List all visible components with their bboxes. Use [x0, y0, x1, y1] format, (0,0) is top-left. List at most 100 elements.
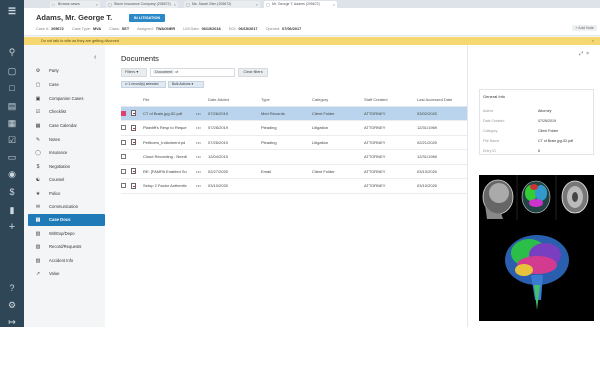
add-note-button[interactable]: + Add Note [572, 25, 597, 31]
money-icon[interactable]: $ [6, 186, 18, 198]
page-title: Documents [121, 54, 159, 63]
sidebar-item-party[interactable]: ⚙ Party [28, 65, 105, 77]
tab-george-adams[interactable]: ▢ Mr. George T. Adams (205672) × [264, 1, 337, 8]
sidebar-item-checklist[interactable]: ☑ Checklist [28, 106, 105, 118]
column-header-type[interactable]: Type [261, 94, 312, 107]
more-options-icon[interactable]: ••• [196, 169, 201, 174]
checklist-icon[interactable]: ☑ [6, 134, 18, 146]
info-value: 8 [538, 149, 540, 153]
row-checkbox[interactable] [121, 168, 126, 174]
date-added: 07/26/2019 [208, 106, 261, 121]
column-header-last-accessed[interactable]: Last Accessed Date [417, 94, 467, 107]
column-header-date-added[interactable]: Date Added [208, 94, 261, 107]
sidebar-item-value[interactable]: ↗ Value [28, 268, 105, 280]
table-row[interactable]: Plaintiff's Resp to Reque ••• 07/26/2019… [121, 120, 467, 136]
more-options-icon[interactable]: ••• [196, 154, 201, 159]
sidebar-item-companion-cases[interactable]: ▣ Companion Cases [28, 93, 105, 105]
file-name[interactable]: Plaintiff's Resp to Reque [143, 120, 196, 136]
last-accessed: 02/21/2020 [417, 135, 467, 150]
staff-created: ATTORNEY [364, 149, 417, 165]
add-icon[interactable]: + [6, 221, 18, 233]
logout-icon[interactable]: ↦ [6, 316, 18, 327]
doc-category: Litigation [312, 120, 364, 136]
briefcase-icon[interactable]: ▢ [6, 65, 18, 77]
sidebar-item-case[interactable]: ▢ Case [28, 79, 105, 91]
contacts-icon[interactable]: ◉ [6, 168, 18, 180]
browse-icon: □ [52, 2, 55, 7]
sidebar-item-accident-info[interactable]: ▧ Accident Info [28, 255, 105, 267]
doc-type [261, 178, 312, 194]
filters-button[interactable]: Filters ▾ [121, 68, 147, 77]
sidebar-item-communication[interactable]: ✉ Communication [28, 201, 105, 213]
table-row[interactable]: Setup 2 Factor Authentic ••• 03/10/2020 … [121, 178, 467, 194]
more-options-icon[interactable]: ••• [196, 125, 201, 130]
sidebar-item-police[interactable]: ★ Police [28, 188, 105, 200]
table-row[interactable]: CT of Brain.jpg-52.pdf ••• 07/26/2019 Me… [121, 106, 467, 121]
close-icon[interactable]: × [592, 37, 594, 45]
sidebar-item-record-requests[interactable]: ▧ Record/Requests [28, 241, 105, 253]
table-row[interactable]: Cloud Recording - Needl ••• 12/04/2019 A… [121, 149, 467, 165]
assigned-user: TWAGNER [155, 27, 176, 31]
document-icon[interactable]: □ [6, 82, 18, 94]
date-added: 07/26/2019 [208, 120, 261, 136]
row-checkbox[interactable] [121, 125, 126, 131]
file-name[interactable]: PetItoers_Indictment.pd [143, 135, 196, 150]
file-name[interactable]: Setup 2 Factor Authentic [143, 178, 196, 194]
row-checkbox[interactable] [121, 154, 126, 160]
case-sidebar: ‹ ⚙ Party ▢ Case ▣ Companion Cases ☑ Checkli… [24, 45, 105, 327]
sidebar-item-negotiation[interactable]: $ Negotiation [28, 161, 105, 173]
document-preview-panel: ⤢× General Info Author Attorney Date Crea… [467, 45, 600, 327]
file-name[interactable]: Cloud Recording - Needl [143, 149, 196, 165]
sidebar-item-label: Insurance [49, 150, 68, 155]
close-icon[interactable]: × [333, 1, 335, 8]
row-checkbox[interactable] [121, 183, 126, 189]
document-filter-field[interactable]: Document ct [150, 68, 235, 77]
sidebar-item-counsel[interactable]: ☯ Counsel [28, 174, 105, 186]
tab-sarah-glen[interactable]: ▢ Ms. Sarah Glen (205672) × [184, 1, 260, 8]
pdf-file-icon [131, 168, 136, 175]
filter-chip-label: Document [153, 70, 175, 74]
inbox-icon[interactable]: ▭ [6, 151, 18, 163]
bulk-actions-button[interactable]: Bulk Actions ▾ [168, 81, 204, 88]
settings-gear-icon[interactable]: ⚙ [6, 299, 18, 311]
filter-chip-value[interactable]: ct [175, 70, 178, 74]
more-options-icon[interactable]: ••• [196, 140, 201, 145]
file-name[interactable]: CT of Brain.jpg-52.pdf [143, 106, 196, 121]
table-row[interactable]: RE: [FAMPA Enabled Sn ••• 02/27/2020 Ema… [121, 164, 467, 179]
sidebar-item-case-calendar[interactable]: ▦ Case Calendar [28, 120, 105, 132]
row-checkbox[interactable] [121, 110, 126, 116]
sidebar-item-wit-exp-depo[interactable]: ▧ Wit/Exp/Depo [28, 228, 105, 240]
opened-label: Opened: [265, 27, 281, 31]
sidebar-item-label: Notes [49, 137, 60, 142]
tab-browse-cases[interactable]: □ Browse cases × [50, 1, 100, 8]
sidebar-item-notes[interactable]: ✎ Notes [28, 134, 105, 146]
clear-filters-button[interactable]: Clear filters [238, 68, 268, 77]
close-icon[interactable]: × [174, 1, 176, 8]
column-header-staff-created[interactable]: Staff Created [364, 94, 417, 107]
doc-type: Med Records [261, 106, 312, 121]
selection-count-badge[interactable]: ∞ 1 record(s) selected [121, 81, 166, 88]
hamburger-menu-icon[interactable]: ☰ [6, 5, 18, 17]
more-options-icon[interactable]: ••• [196, 111, 201, 116]
reports-icon[interactable]: ▮ [6, 204, 18, 216]
sidebar-item-insurance[interactable]: ◯ Insurance [28, 147, 105, 159]
row-checkbox[interactable] [121, 139, 126, 145]
column-header-category[interactable]: Category [312, 94, 364, 107]
close-icon[interactable]: × [586, 51, 592, 57]
notes-icon: ✎ [35, 137, 41, 143]
tab-storm-insurance[interactable]: ▢ Storm Insurance Company (205672) × [106, 1, 178, 8]
more-options-icon[interactable]: ••• [196, 183, 201, 188]
select-column-header [121, 94, 131, 107]
calendar-icon[interactable]: ▦ [6, 117, 18, 129]
help-icon[interactable]: ? [6, 282, 18, 294]
close-icon[interactable]: × [256, 1, 258, 8]
chevron-left-icon[interactable]: ‹ [94, 54, 96, 61]
search-icon[interactable]: ⚲ [6, 46, 18, 58]
close-icon[interactable]: × [96, 1, 98, 8]
column-header-file[interactable]: File [143, 94, 196, 107]
table-row[interactable]: PetItoers_Indictment.pd ••• 07/26/2019 P… [121, 135, 467, 150]
file-name[interactable]: RE: [FAMPA Enabled Sn [143, 164, 196, 179]
last-accessed: 03/02/2020 [417, 106, 467, 121]
document-list-icon[interactable]: ▤ [6, 100, 18, 112]
sidebar-item-case-docs[interactable]: ▤ Case Docs [28, 214, 105, 226]
